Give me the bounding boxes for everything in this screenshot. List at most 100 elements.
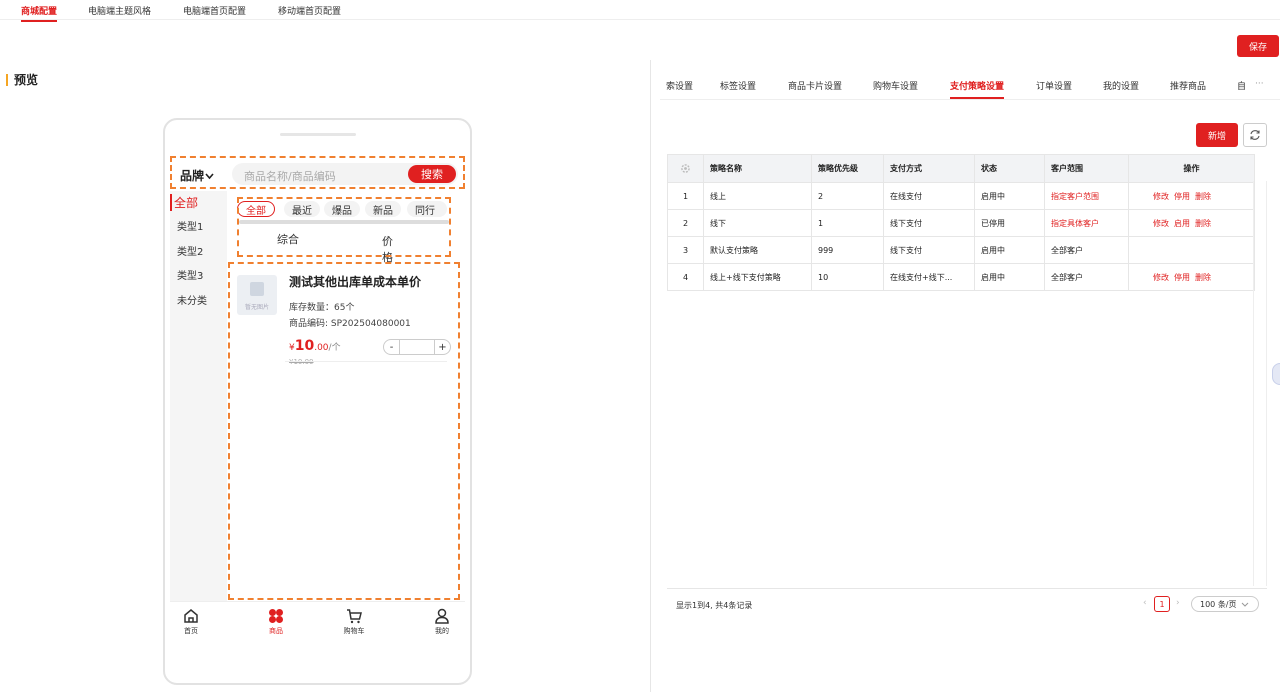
table-row: 3 默认支付策略 999 线下支付 启用中 全部客户	[667, 236, 1255, 264]
footer-divider	[667, 588, 1267, 589]
cell-priority: 1	[811, 209, 884, 237]
cell-status: 已停用	[974, 209, 1045, 237]
category-type3[interactable]: 类型3	[177, 267, 203, 282]
tab-me-label: 我的	[435, 627, 449, 635]
tab-tag-settings[interactable]: 标签设置	[720, 79, 756, 92]
cell-method: 在线支付+线下...	[883, 263, 975, 291]
op-link[interactable]: 修改	[1153, 192, 1169, 201]
cell-name: 线上	[703, 182, 812, 210]
preview-title: 预览	[6, 74, 38, 86]
next-page-icon[interactable]: ›	[1176, 598, 1180, 608]
cell-priority: 2	[811, 182, 884, 210]
op-link[interactable]: 修改	[1153, 219, 1169, 228]
cell-status: 启用中	[974, 236, 1045, 264]
config-tabs: 索设置 标签设置 商品卡片设置 购物车设置 支付策略设置 订单设置 我的设置 推…	[660, 78, 1280, 100]
cart-icon	[347, 609, 362, 624]
cell-name: 默认支付策略	[703, 236, 812, 264]
more-tabs-icon[interactable]: ···	[1255, 79, 1264, 89]
top-nav: 商城配置 电脑端主题风格 电脑端首页配置 移动端首页配置	[0, 0, 1280, 22]
table-row: 2 线下 1 线下支付 已停用 指定具体客户 修改 启用 删除	[667, 209, 1255, 237]
cell-method: 在线支付	[883, 182, 975, 210]
col-name: 策略名称	[703, 154, 812, 183]
panel-divider	[650, 60, 651, 692]
cell-ops: 修改 停用 删除	[1128, 263, 1255, 291]
tab-my-settings[interactable]: 我的设置	[1103, 79, 1139, 92]
op-link[interactable]: 修改	[1153, 273, 1169, 282]
tab-search-settings[interactable]: 索设置	[666, 79, 693, 92]
payment-strategy-table: 策略名称 策略优先级 支付方式 状态 客户范围 操作 1 线上 2 在线支付 启用中 指定…	[667, 154, 1255, 291]
op-link[interactable]: 启用	[1174, 219, 1190, 228]
cell-no: 3	[667, 236, 704, 264]
cell-scope: 全部客户	[1044, 236, 1129, 264]
op-link[interactable]: 停用	[1174, 273, 1190, 282]
phone-screen: 品牌 商品名称/商品编码 搜索 全部 类型1 类型2 类型3 未分类 全部 最近…	[170, 155, 465, 639]
save-button[interactable]: 保存	[1237, 35, 1279, 57]
page-current[interactable]: 1	[1154, 596, 1170, 612]
tab-mall-config[interactable]: 商城配置	[21, 4, 58, 22]
cell-priority: 10	[811, 263, 884, 291]
tab-products[interactable]: 商品	[256, 608, 296, 636]
user-icon	[435, 608, 449, 624]
add-button[interactable]: 新增	[1196, 123, 1238, 147]
tab-payment-strategy[interactable]: 支付策略设置	[950, 79, 1005, 99]
column-settings[interactable]	[667, 154, 704, 183]
refresh-button[interactable]	[1243, 123, 1267, 147]
gear-icon	[681, 164, 690, 173]
highlight-product-area	[228, 262, 460, 600]
tab-me[interactable]: 我的	[422, 608, 462, 636]
tab-pc-theme[interactable]: 电脑端主题风格	[88, 4, 151, 17]
category-all[interactable]: 全部	[170, 194, 198, 211]
cell-status: 启用中	[974, 182, 1045, 210]
op-link[interactable]: 停用	[1174, 192, 1190, 201]
highlight-search-area	[170, 156, 465, 189]
table-body: 1 线上 2 在线支付 启用中 指定客户范围 修改 停用 删除 2 线下 1 线下支付 已停用 指定具体客户…	[667, 182, 1255, 291]
op-link[interactable]: 删除	[1195, 273, 1211, 282]
cell-scope: 全部客户	[1044, 263, 1129, 291]
cell-no: 1	[667, 182, 704, 210]
record-summary: 显示1到4, 共4条记录	[676, 601, 753, 610]
cell-scope[interactable]: 指定具体客户	[1044, 209, 1129, 237]
tab-order-settings[interactable]: 订单设置	[1036, 79, 1072, 92]
grid-icon	[269, 609, 283, 623]
tab-mobile-home[interactable]: 移动端首页配置	[278, 4, 341, 17]
tab-home-label: 首页	[184, 627, 198, 635]
home-icon	[184, 609, 198, 623]
cell-name: 线上+线下支付策略	[703, 263, 812, 291]
op-link[interactable]: 删除	[1195, 192, 1211, 201]
col-priority: 策略优先级	[811, 154, 884, 183]
op-link[interactable]: 删除	[1195, 219, 1211, 228]
category-type1[interactable]: 类型1	[177, 218, 203, 233]
col-scope: 客户范围	[1044, 154, 1129, 183]
cell-no: 2	[667, 209, 704, 237]
prev-page-icon[interactable]: ‹	[1143, 598, 1147, 608]
tab-cart-settings[interactable]: 购物车设置	[873, 79, 918, 92]
phone-preview: 品牌 商品名称/商品编码 搜索 全部 类型1 类型2 类型3 未分类 全部 最近…	[163, 118, 472, 685]
category-uncategorized[interactable]: 未分类	[177, 292, 207, 307]
tab-cart-label: 购物车	[343, 627, 365, 635]
cell-no: 4	[667, 263, 704, 291]
chevron-down-icon	[1241, 602, 1248, 607]
col-ops: 操作	[1128, 154, 1255, 183]
table-row: 1 线上 2 在线支付 启用中 指定客户范围 修改 停用 删除	[667, 182, 1255, 210]
col-method: 支付方式	[883, 154, 975, 183]
cell-method: 线下支付	[883, 236, 975, 264]
cell-ops: 修改 启用 删除	[1128, 209, 1255, 237]
cell-scope[interactable]: 指定客户范围	[1044, 182, 1129, 210]
tab-pc-home[interactable]: 电脑端首页配置	[183, 4, 246, 17]
table-vertical-scrollbar[interactable]	[1253, 181, 1267, 586]
cell-priority: 999	[811, 236, 884, 264]
tab-more-truncated[interactable]: 自	[1237, 79, 1246, 92]
bottom-tabbar: 首页 商品 购物车 我的	[170, 601, 465, 643]
phone-notch	[280, 133, 356, 136]
cell-ops: 修改 停用 删除	[1128, 182, 1255, 210]
tab-home[interactable]: 首页	[171, 608, 211, 636]
tab-card-settings[interactable]: 商品卡片设置	[788, 79, 842, 92]
tab-recommended[interactable]: 推荐商品	[1170, 79, 1206, 92]
cell-method: 线下支付	[883, 209, 975, 237]
cell-ops	[1128, 236, 1255, 264]
tab-cart[interactable]: 购物车	[334, 608, 374, 636]
category-sidebar: 全部 类型1 类型2 类型3 未分类	[170, 191, 227, 639]
floating-assistant-button[interactable]	[1272, 363, 1280, 385]
category-type2[interactable]: 类型2	[177, 243, 203, 258]
page-size-select[interactable]: 100 条/页	[1191, 596, 1259, 612]
